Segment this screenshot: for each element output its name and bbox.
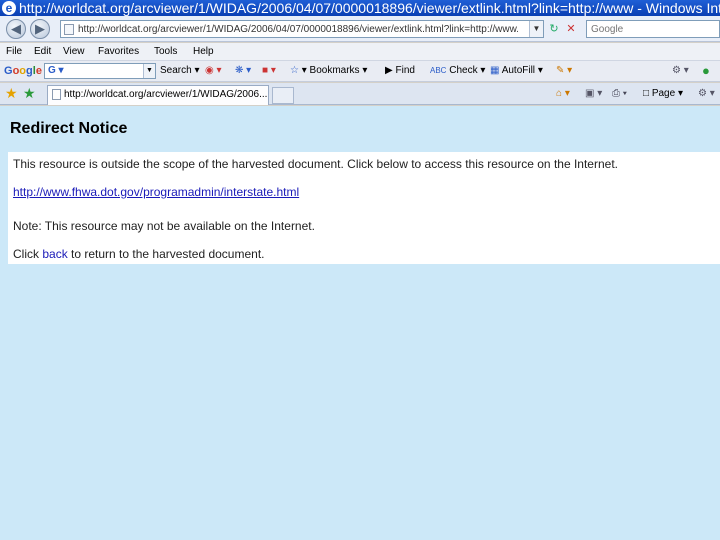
menu-view[interactable]: View bbox=[63, 43, 85, 60]
google-search-button[interactable]: Search ▾ bbox=[160, 61, 200, 81]
back-icon[interactable]: ◀ bbox=[6, 19, 26, 39]
tools-menu-button[interactable]: ⚙ ▾ bbox=[698, 83, 715, 105]
pagerank-icon[interactable]: ■ ▾ bbox=[262, 61, 276, 81]
stop-icon[interactable]: ✕ bbox=[564, 22, 578, 36]
menu-favorites[interactable]: Favorites bbox=[98, 43, 139, 60]
autofill-icon: ▦ bbox=[490, 65, 500, 76]
spellcheck-icon: ABC bbox=[430, 66, 447, 75]
settings-icon[interactable]: ⚙ ▾ bbox=[672, 61, 689, 81]
menu-tools[interactable]: Tools bbox=[154, 43, 177, 60]
menu-help[interactable]: Help bbox=[193, 43, 214, 60]
page-icon bbox=[52, 88, 61, 100]
add-favorites-icon[interactable]: ★ bbox=[23, 85, 36, 101]
menu-edit[interactable]: Edit bbox=[34, 43, 51, 60]
return-instruction: Click back to return to the harvested do… bbox=[13, 247, 265, 261]
address-dropdown-icon[interactable]: ▼ bbox=[529, 21, 543, 37]
availability-note: Note: This resource may not be available… bbox=[13, 219, 315, 233]
star-icon: ☆ bbox=[290, 65, 299, 76]
tab-label: http://worldcat.org/arcviewer/1/WIDAG/20… bbox=[64, 89, 268, 100]
highlight-icon[interactable]: ✎ ▾ bbox=[556, 61, 572, 81]
find-icon: ▶ bbox=[385, 65, 393, 76]
print-icon[interactable]: ⎙ ▾ bbox=[612, 83, 627, 105]
google-g-icon: G ▾ bbox=[48, 65, 64, 76]
find-button[interactable]: ▶ Find bbox=[385, 61, 415, 81]
tab-bar: ★ ★ http://worldcat.org/arcviewer/1/WIDA… bbox=[0, 83, 720, 105]
menu-bar: File Edit View Favorites Tools Help bbox=[0, 43, 720, 60]
page-title: Redirect Notice bbox=[10, 120, 128, 137]
back-link[interactable]: back bbox=[42, 247, 67, 261]
popup-blocker-icon[interactable]: ◉ ▾ bbox=[205, 61, 222, 81]
google-toolbar: Google G ▾ ▼ Search ▾ ◉ ▾ ❋ ▾ ■ ▾ ☆ ▾ Bo… bbox=[0, 60, 720, 82]
internet-explorer-icon: e bbox=[2, 1, 16, 15]
news-icon[interactable]: ❋ ▾ bbox=[235, 61, 251, 81]
address-input[interactable] bbox=[78, 22, 518, 36]
forward-icon[interactable]: ▶ bbox=[30, 19, 50, 39]
bookmarks-button[interactable]: ☆ ▾ Bookmarks ▾ bbox=[290, 61, 367, 81]
address-field[interactable]: ▼ bbox=[60, 20, 544, 38]
tab-current[interactable]: http://worldcat.org/arcviewer/1/WIDAG/20… bbox=[47, 85, 269, 105]
google-search-field[interactable]: G ▾ ▼ bbox=[44, 63, 156, 79]
feeds-icon[interactable]: ▣ ▾ bbox=[585, 83, 602, 105]
favorites-star-icon[interactable]: ★ bbox=[5, 85, 18, 101]
menu-file[interactable]: File bbox=[6, 43, 22, 60]
spellcheck-button[interactable]: ABC Check ▾ bbox=[430, 61, 485, 81]
window-title: http://worldcat.org/arcviewer/1/WIDAG/20… bbox=[19, 0, 720, 16]
window-titlebar: e http://worldcat.org/arcviewer/1/WIDAG/2… bbox=[0, 0, 720, 16]
notice-text: This resource is outside the scope of th… bbox=[13, 157, 618, 171]
status-dot-icon: ● bbox=[702, 63, 710, 78]
google-logo: Google bbox=[4, 65, 42, 77]
google-dropdown-icon[interactable]: ▼ bbox=[143, 64, 155, 78]
notice-panel: This resource is outside the scope of th… bbox=[8, 152, 720, 264]
page-menu-icon: □ bbox=[643, 88, 650, 99]
autofill-button[interactable]: ▦ AutoFill ▾ bbox=[490, 61, 543, 81]
new-tab-button[interactable] bbox=[272, 87, 294, 104]
home-icon[interactable]: ⌂ ▾ bbox=[556, 83, 570, 105]
external-link[interactable]: http://www.fhwa.dot.gov/programadmin/int… bbox=[13, 185, 299, 199]
address-bar: ◀ ▶ ▼ ↻ ✕ bbox=[0, 16, 720, 42]
page-icon bbox=[64, 24, 74, 35]
tools-gear-icon: ⚙ bbox=[698, 88, 707, 99]
search-input[interactable] bbox=[587, 21, 719, 37]
search-field[interactable] bbox=[586, 20, 720, 38]
refresh-icon[interactable]: ↻ bbox=[547, 22, 561, 36]
page-content: Redirect Notice This resource is outside… bbox=[0, 106, 720, 540]
page-menu-button[interactable]: □ Page ▾ bbox=[643, 83, 683, 105]
